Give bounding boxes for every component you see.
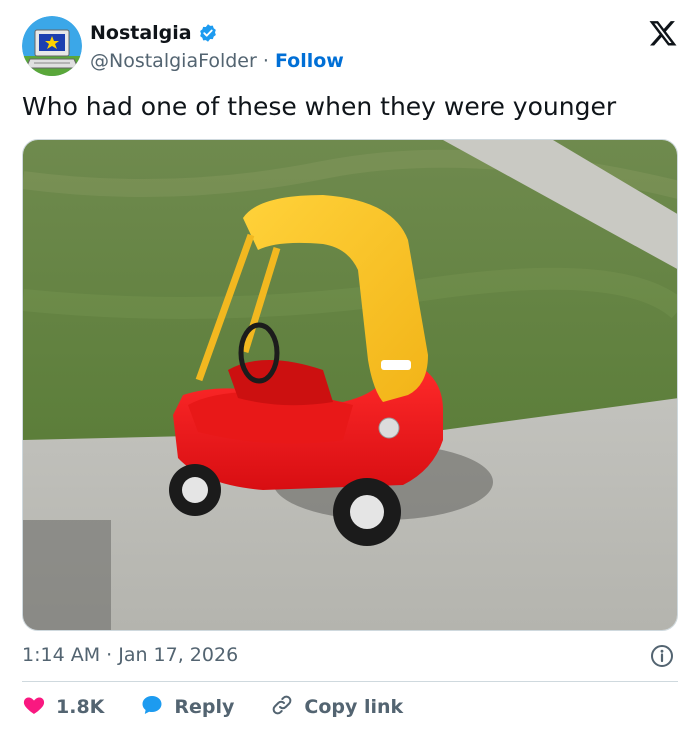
handle-separator: · [262,50,269,72]
like-button[interactable]: 1.8K [22,693,104,722]
tweet-header: Nostalgia @NostalgiaFolder · Follow [22,16,682,78]
copy-link-label: Copy link [304,696,404,718]
reply-button[interactable]: Reply [140,693,234,722]
handle-row: @NostalgiaFolder · Follow [90,50,344,72]
tweet-card: Nostalgia @NostalgiaFolder · Follow Who … [0,0,700,734]
like-count: 1.8K [56,696,105,718]
tweet-photo[interactable] [22,139,678,631]
copy-link-button[interactable]: Copy link [270,693,403,722]
tweet-timestamp[interactable]: 1:14 AM · Jan 17, 2026 [22,644,238,666]
follow-button[interactable]: Follow [275,50,344,72]
handle[interactable]: @NostalgiaFolder [90,50,257,72]
speech-bubble-icon [140,693,164,722]
reply-label: Reply [174,696,235,718]
verified-badge-icon [198,23,218,43]
heart-icon [22,693,46,722]
display-name[interactable]: Nostalgia [90,22,192,44]
x-logo-icon[interactable] [648,18,678,48]
tweet-text: Who had one of these when they were youn… [22,92,617,121]
link-icon [270,693,294,722]
action-bar: 1.8K Reply Copy link [22,692,439,722]
divider [22,681,678,682]
avatar[interactable] [22,16,82,76]
info-icon[interactable] [650,644,674,668]
